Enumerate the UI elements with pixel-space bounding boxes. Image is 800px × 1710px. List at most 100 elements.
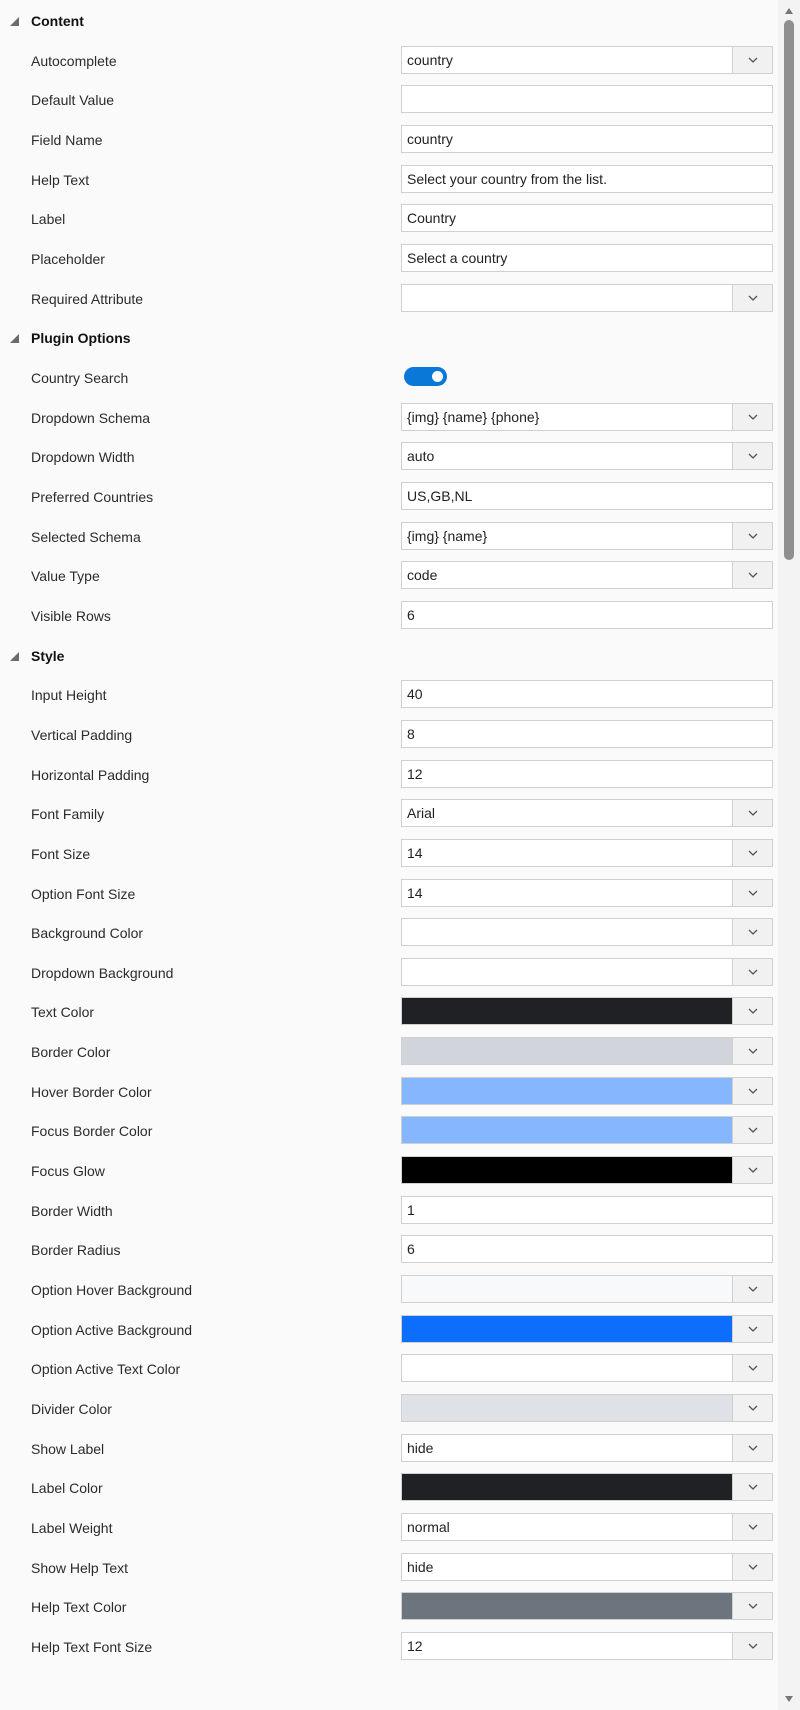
dropdown-button[interactable] xyxy=(732,47,772,73)
chevron-down-icon xyxy=(748,1048,758,1054)
color-swatch[interactable] xyxy=(402,1117,732,1143)
dropdown-button[interactable] xyxy=(732,1078,772,1104)
text-color-color-picker[interactable] xyxy=(401,997,773,1025)
dropdown-button[interactable] xyxy=(732,1593,772,1619)
color-swatch[interactable] xyxy=(402,1395,732,1421)
option-active-background-color-picker[interactable] xyxy=(401,1315,773,1343)
section-header-style[interactable]: Style xyxy=(0,636,778,676)
scroll-up-arrow-icon[interactable] xyxy=(778,2,800,20)
vertical-padding-input[interactable]: 8 xyxy=(401,720,773,748)
property-label: Show Help Text xyxy=(31,1560,129,1576)
color-swatch[interactable] xyxy=(402,998,732,1024)
default-value-input[interactable] xyxy=(401,85,773,113)
selected-value: 14 xyxy=(407,885,423,901)
field-name-input[interactable]: country xyxy=(401,125,773,153)
collapse-triangle-icon[interactable] xyxy=(8,15,20,27)
dropdown-button[interactable] xyxy=(732,1514,772,1540)
label-input[interactable]: Country xyxy=(401,204,773,232)
focus-border-color-color-picker[interactable] xyxy=(401,1116,773,1144)
divider-color-color-picker[interactable] xyxy=(401,1394,773,1422)
color-swatch[interactable] xyxy=(402,959,732,985)
dropdown-button[interactable] xyxy=(732,562,772,588)
property-row-show-help-text: Show Help Text hide xyxy=(0,1548,778,1588)
autocomplete-select[interactable]: country xyxy=(401,46,773,74)
color-swatch[interactable] xyxy=(402,1316,732,1342)
dropdown-button[interactable] xyxy=(732,880,772,906)
dropdown-schema-select[interactable]: {img} {name} {phone} xyxy=(401,403,773,431)
color-swatch[interactable] xyxy=(402,1593,732,1619)
dropdown-button[interactable] xyxy=(732,998,772,1024)
section-title: Plugin Options xyxy=(31,330,131,346)
border-color-color-picker[interactable] xyxy=(401,1037,773,1065)
dropdown-button[interactable] xyxy=(732,1117,772,1143)
help-text-font-size-select[interactable]: 12 xyxy=(401,1632,773,1660)
property-row-focus-glow: Focus Glow xyxy=(0,1151,778,1191)
dropdown-button[interactable] xyxy=(732,919,772,945)
section-header-plugin-options[interactable]: Plugin Options xyxy=(0,318,778,358)
visible-rows-input[interactable]: 6 xyxy=(401,601,773,629)
color-swatch[interactable] xyxy=(402,1157,732,1183)
color-swatch[interactable] xyxy=(402,1078,732,1104)
dropdown-button[interactable] xyxy=(732,1276,772,1302)
collapse-triangle-icon[interactable] xyxy=(8,332,20,344)
dropdown-button[interactable] xyxy=(732,840,772,866)
value-type-select[interactable]: code xyxy=(401,561,773,589)
color-swatch[interactable] xyxy=(402,1276,732,1302)
dropdown-background-color-picker[interactable] xyxy=(401,958,773,986)
label-color-color-picker[interactable] xyxy=(401,1473,773,1501)
option-font-size-select[interactable]: 14 xyxy=(401,879,773,907)
dropdown-button[interactable] xyxy=(732,1554,772,1580)
show-help-text-select[interactable]: hide xyxy=(401,1553,773,1581)
placeholder-input[interactable]: Select a country xyxy=(401,244,773,272)
selected-schema-select[interactable]: {img} {name} xyxy=(401,522,773,550)
country-search-toggle[interactable] xyxy=(404,367,447,386)
hover-border-color-color-picker[interactable] xyxy=(401,1077,773,1105)
help-text-input[interactable]: Select your country from the list. xyxy=(401,165,773,193)
color-swatch[interactable] xyxy=(402,919,732,945)
section-title: Style xyxy=(31,648,65,664)
scrollbar-thumb[interactable] xyxy=(784,20,794,560)
dropdown-button[interactable] xyxy=(732,404,772,430)
option-hover-background-color-picker[interactable] xyxy=(401,1275,773,1303)
vertical-scrollbar[interactable] xyxy=(778,0,800,1710)
collapse-triangle-icon[interactable] xyxy=(8,650,20,662)
border-radius-input[interactable]: 6 xyxy=(401,1235,773,1263)
dropdown-button[interactable] xyxy=(732,285,772,311)
label-weight-select[interactable]: normal xyxy=(401,1513,773,1541)
focus-glow-color-picker[interactable] xyxy=(401,1156,773,1184)
background-color-color-picker[interactable] xyxy=(401,918,773,946)
chevron-down-icon xyxy=(748,57,758,63)
required-attribute-select[interactable] xyxy=(401,284,773,312)
dropdown-button[interactable] xyxy=(732,800,772,826)
color-swatch[interactable] xyxy=(402,1355,732,1381)
dropdown-button[interactable] xyxy=(732,959,772,985)
help-text-color-color-picker[interactable] xyxy=(401,1592,773,1620)
option-active-text-color-color-picker[interactable] xyxy=(401,1354,773,1382)
font-size-select[interactable]: 14 xyxy=(401,839,773,867)
dropdown-button[interactable] xyxy=(732,1474,772,1500)
input-height-input[interactable]: 40 xyxy=(401,680,773,708)
dropdown-button[interactable] xyxy=(732,1633,772,1659)
scroll-down-arrow-icon[interactable] xyxy=(778,1690,800,1708)
dropdown-button[interactable] xyxy=(732,1316,772,1342)
input-value: 6 xyxy=(407,607,415,623)
dropdown-width-select[interactable]: auto xyxy=(401,442,773,470)
property-row-help-text: Help Text Select your country from the li… xyxy=(0,160,778,200)
section-header-content[interactable]: Content xyxy=(0,1,778,41)
dropdown-button[interactable] xyxy=(732,1355,772,1381)
preferred-countries-input[interactable]: US,GB,NL xyxy=(401,482,773,510)
dropdown-button[interactable] xyxy=(732,443,772,469)
dropdown-button[interactable] xyxy=(732,1435,772,1461)
color-swatch[interactable] xyxy=(402,1038,732,1064)
property-label: Vertical Padding xyxy=(31,727,133,743)
dropdown-button[interactable] xyxy=(732,1038,772,1064)
border-width-input[interactable]: 1 xyxy=(401,1196,773,1224)
color-swatch[interactable] xyxy=(402,1474,732,1500)
show-label-select[interactable]: hide xyxy=(401,1434,773,1462)
font-family-select[interactable]: Arial xyxy=(401,799,773,827)
horizontal-padding-input[interactable]: 12 xyxy=(401,760,773,788)
dropdown-button[interactable] xyxy=(732,1157,772,1183)
input-value: 6 xyxy=(407,1241,415,1257)
dropdown-button[interactable] xyxy=(732,1395,772,1421)
dropdown-button[interactable] xyxy=(732,523,772,549)
